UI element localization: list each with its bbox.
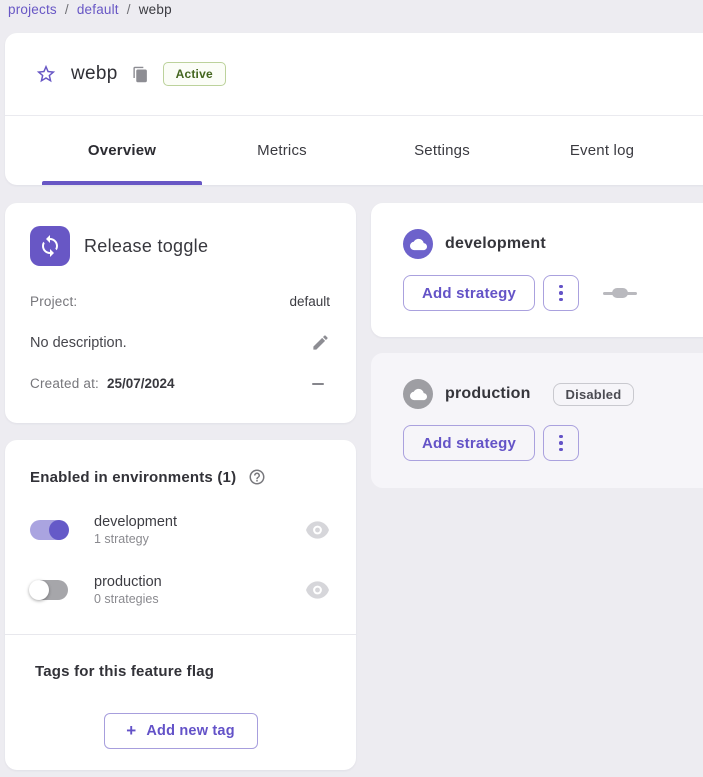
view-environment-button[interactable]	[306, 581, 329, 599]
tab-metrics[interactable]: Metrics	[202, 116, 362, 185]
metrics-indicator	[603, 288, 637, 298]
more-options-button[interactable]	[543, 275, 579, 311]
pencil-icon	[311, 333, 330, 352]
breadcrumb: projects / default / webp	[8, 2, 172, 17]
breadcrumb-projects-link[interactable]: projects	[8, 2, 57, 17]
production-toggle[interactable]	[30, 580, 68, 600]
toggle-knob	[29, 580, 49, 600]
description-row: No description.	[30, 333, 330, 352]
environment-row-development: development 1 strategy	[30, 514, 331, 546]
add-tag-label: Add new tag	[146, 723, 234, 739]
kebab-icon	[559, 435, 563, 439]
favorite-star-button[interactable]	[35, 63, 57, 85]
environments-heading: Enabled in environments (1)	[30, 469, 236, 486]
feature-header-card: webp Active Overview Metrics Settings Ev…	[5, 33, 703, 185]
environments-panel-card: Enabled in environments (1) development …	[5, 440, 356, 770]
created-row: Created at: 25/07/2024	[30, 376, 330, 391]
tab-settings[interactable]: Settings	[362, 116, 522, 185]
disabled-badge: Disabled	[553, 383, 635, 406]
environment-card-name: production	[445, 385, 531, 403]
environment-card-header: production Disabled	[403, 379, 703, 409]
question-circle-icon	[248, 468, 266, 486]
environment-card-actions: Add strategy	[403, 275, 703, 311]
toggle-knob	[49, 520, 69, 540]
cloud-icon	[403, 379, 433, 409]
add-strategy-button[interactable]: Add strategy	[403, 425, 535, 461]
environment-card-development: development Add strategy	[371, 203, 703, 337]
tab-bar: Overview Metrics Settings Event log	[5, 116, 703, 185]
environment-name: production	[94, 574, 306, 590]
created-value: 25/07/2024	[107, 376, 175, 391]
tab-overview[interactable]: Overview	[42, 116, 202, 185]
feature-title: webp	[71, 63, 118, 85]
environment-labels: development 1 strategy	[94, 514, 306, 546]
feature-flag-overview-page: projects / default / webp webp Active Ov…	[0, 0, 703, 777]
add-strategy-button[interactable]: Add strategy	[403, 275, 535, 311]
tags-heading: Tags for this feature flag	[35, 663, 331, 680]
environment-labels: production 0 strategies	[94, 574, 306, 606]
tab-label: Event log	[570, 142, 634, 159]
tab-label: Overview	[88, 142, 156, 159]
project-label: Project:	[30, 294, 77, 309]
kebab-icon	[559, 285, 563, 289]
created-label: Created at:	[30, 376, 99, 391]
edit-description-button[interactable]	[311, 333, 330, 352]
copy-name-button[interactable]	[132, 66, 149, 83]
flag-type-header: Release toggle	[30, 226, 330, 266]
view-environment-button[interactable]	[306, 521, 329, 539]
strategy-count: 0 strategies	[94, 592, 306, 606]
tab-label: Metrics	[257, 142, 307, 159]
panel-divider	[5, 634, 356, 635]
feature-header: webp Active	[5, 33, 703, 115]
project-row: Project: default	[30, 294, 330, 309]
collapse-dash-icon[interactable]	[312, 383, 324, 385]
environment-row-production: production 0 strategies	[30, 574, 331, 606]
eye-icon	[306, 581, 329, 599]
environments-heading-row: Enabled in environments (1)	[30, 468, 331, 486]
environment-card-actions: Add strategy	[403, 425, 703, 461]
environment-card-header: development	[403, 229, 703, 259]
active-tab-indicator	[42, 181, 202, 185]
breadcrumb-current-page: webp	[139, 2, 172, 17]
help-icon[interactable]	[248, 468, 266, 486]
plus-icon: +	[126, 721, 136, 741]
description-text: No description.	[30, 335, 127, 351]
development-toggle[interactable]	[30, 520, 68, 540]
indicator-dot	[612, 288, 628, 298]
environment-name: development	[94, 514, 306, 530]
tab-label: Settings	[414, 142, 470, 159]
breadcrumb-project-link[interactable]: default	[77, 2, 119, 17]
cloud-icon	[403, 229, 433, 259]
sync-arrows-icon	[38, 234, 62, 258]
created-at: Created at: 25/07/2024	[30, 376, 175, 391]
flag-details-card: Release toggle Project: default No descr…	[5, 203, 356, 423]
environment-card-name: development	[445, 235, 546, 253]
tab-event-log[interactable]: Event log	[522, 116, 682, 185]
eye-icon	[306, 521, 329, 539]
breadcrumb-separator: /	[127, 2, 131, 17]
status-badge: Active	[163, 62, 226, 86]
environment-card-production: production Disabled Add strategy	[371, 353, 703, 488]
more-options-button[interactable]	[543, 425, 579, 461]
strategy-count: 1 strategy	[94, 532, 306, 546]
copy-icon	[132, 66, 149, 83]
add-new-tag-button[interactable]: + Add new tag	[104, 713, 258, 749]
flag-type-label: Release toggle	[84, 236, 208, 257]
star-icon	[35, 63, 57, 85]
release-toggle-icon	[30, 226, 70, 266]
project-value: default	[289, 294, 330, 309]
breadcrumb-separator: /	[65, 2, 69, 17]
